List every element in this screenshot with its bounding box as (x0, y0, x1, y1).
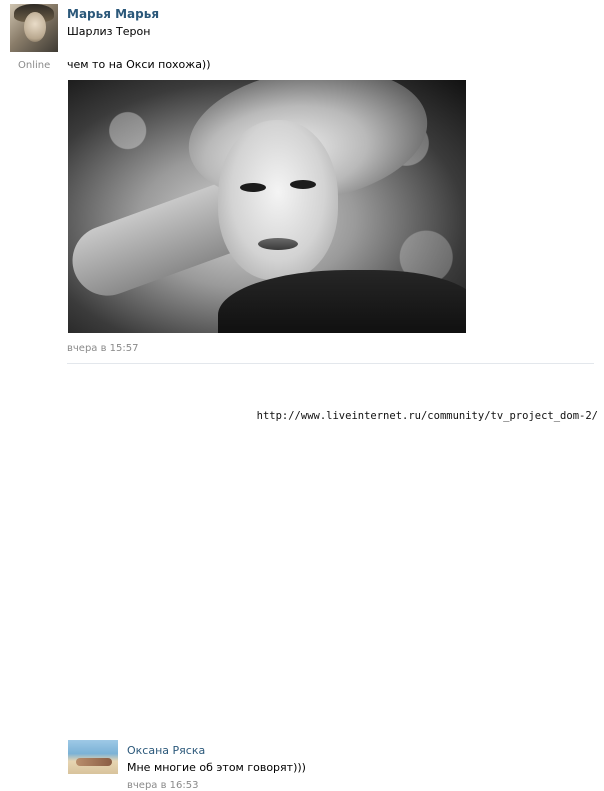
comment-timestamp-link[interactable]: вчера в 16:53 (127, 780, 199, 791)
avatar-face (24, 12, 46, 42)
author-name-link[interactable]: Марья Марья (67, 7, 159, 21)
wall-post: Online Марья Марья Шарлиз Терон чем то н… (0, 0, 604, 360)
online-status: Online (18, 60, 51, 71)
comment-avatar[interactable] (68, 740, 118, 774)
post-text-line2: чем то на Окси похожа)) (67, 58, 211, 71)
photo-left-eye (240, 183, 266, 192)
photo-right-eye (290, 180, 316, 189)
post-text-line1: Шарлиз Терон (67, 25, 151, 38)
comment-author-link[interactable]: Оксана Ряска (127, 744, 205, 757)
avatar-person (76, 758, 112, 766)
post-timestamp-link[interactable]: вчера в 15:57 (67, 343, 139, 354)
post-divider (67, 363, 594, 364)
photo-face (218, 120, 338, 280)
photo-lips (258, 238, 298, 250)
comment-text: Мне многие об этом говорят))) (127, 761, 306, 774)
author-avatar[interactable] (10, 4, 58, 52)
post-photo[interactable] (68, 80, 466, 333)
watermark-url: http://www.liveinternet.ru/community/tv_… (254, 410, 600, 422)
